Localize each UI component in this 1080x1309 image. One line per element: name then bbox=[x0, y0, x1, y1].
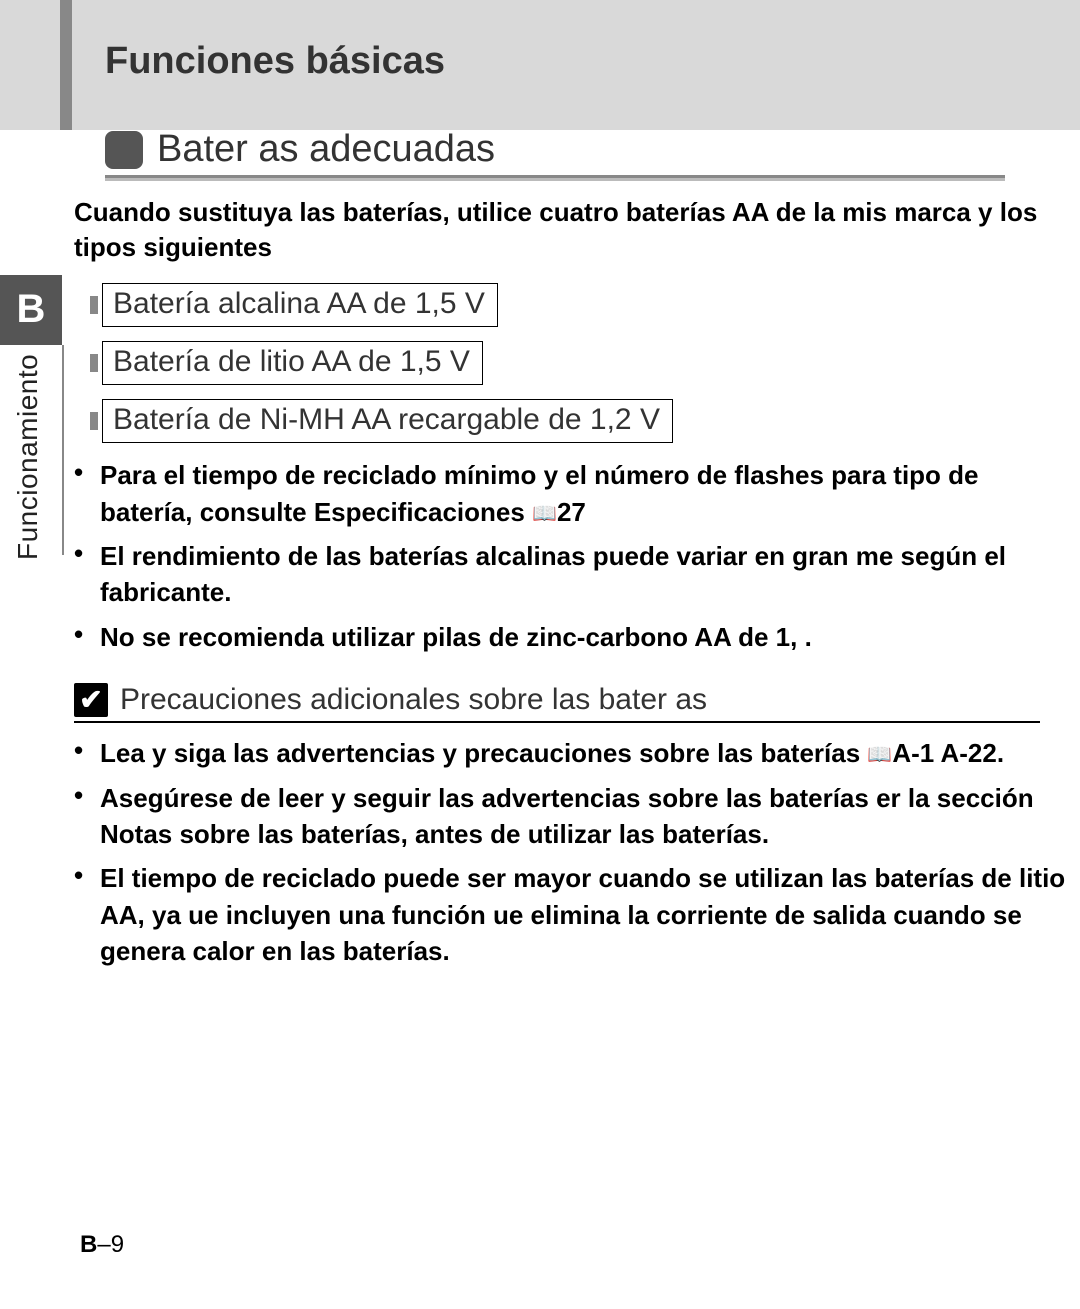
list-item: Para el tiempo de reciclado mínimo y el … bbox=[74, 457, 1070, 530]
side-section-label: Funcionamiento bbox=[12, 354, 44, 560]
page-value: –9 bbox=[97, 1231, 124, 1258]
page-number: B–9 bbox=[80, 1231, 124, 1259]
battery-type-row: Batería alcalina AA de 1,5 V bbox=[90, 283, 1080, 327]
battery-type-row: Batería de litio AA de 1,5 V bbox=[90, 341, 1080, 385]
precautions-heading: ✔ Precauciones adicionales sobre las bat… bbox=[74, 683, 1080, 717]
list-item: El rendimiento de las baterías alcalinas… bbox=[74, 538, 1070, 611]
list-item: El tiempo de reciclado puede ser mayor c… bbox=[74, 860, 1070, 969]
list-item: No se recomienda utilizar pilas de zinc-… bbox=[74, 619, 1070, 655]
subsection-title: Bater as adecuadas bbox=[157, 128, 495, 171]
precautions-rule bbox=[74, 721, 1040, 723]
heading-rule bbox=[105, 175, 1005, 181]
list-item: Asegúrese de leer y seguir las advertenc… bbox=[74, 780, 1070, 853]
precaution-ref: A-1 A-22. bbox=[892, 738, 1004, 768]
row-marker-icon bbox=[90, 412, 98, 430]
intro-paragraph: Cuando sustituya las baterías, utilice c… bbox=[74, 195, 1070, 265]
content-area: Funciones básicas Bater as adecuadas Cua… bbox=[70, 0, 1080, 977]
book-icon: 📖 bbox=[532, 500, 557, 528]
row-marker-icon bbox=[90, 354, 98, 372]
book-icon: 📖 bbox=[867, 741, 892, 769]
manual-page: B Funcionamiento Funciones básicas Bater… bbox=[0, 0, 1080, 1309]
precaution-text: Lea y siga las advertencias y precaucion… bbox=[100, 738, 867, 768]
list-item: Lea y siga las advertencias y precaucion… bbox=[74, 735, 1070, 771]
check-icon: ✔ bbox=[74, 683, 108, 717]
row-marker-icon bbox=[90, 296, 98, 314]
note-ref: 27 bbox=[557, 497, 586, 527]
precautions-list: Lea y siga las advertencias y precaucion… bbox=[74, 735, 1070, 969]
battery-type-box: Batería alcalina AA de 1,5 V bbox=[102, 283, 498, 327]
battery-type-row: Batería de Ni-MH AA recargable de 1,2 V bbox=[90, 399, 1080, 443]
battery-type-box: Batería de litio AA de 1,5 V bbox=[102, 341, 483, 385]
precautions-title: Precauciones adicionales sobre las bater… bbox=[120, 683, 707, 717]
section-tab: B bbox=[0, 275, 62, 345]
page-prefix: B bbox=[80, 1231, 97, 1258]
section-title: Funciones básicas bbox=[105, 40, 1080, 83]
side-divider bbox=[62, 345, 64, 555]
battery-type-box: Batería de Ni-MH AA recargable de 1,2 V bbox=[102, 399, 673, 443]
notes-list: Para el tiempo de reciclado mínimo y el … bbox=[74, 457, 1070, 655]
heading-bullet-icon bbox=[105, 131, 143, 169]
subsection-heading: Bater as adecuadas bbox=[105, 128, 1080, 171]
